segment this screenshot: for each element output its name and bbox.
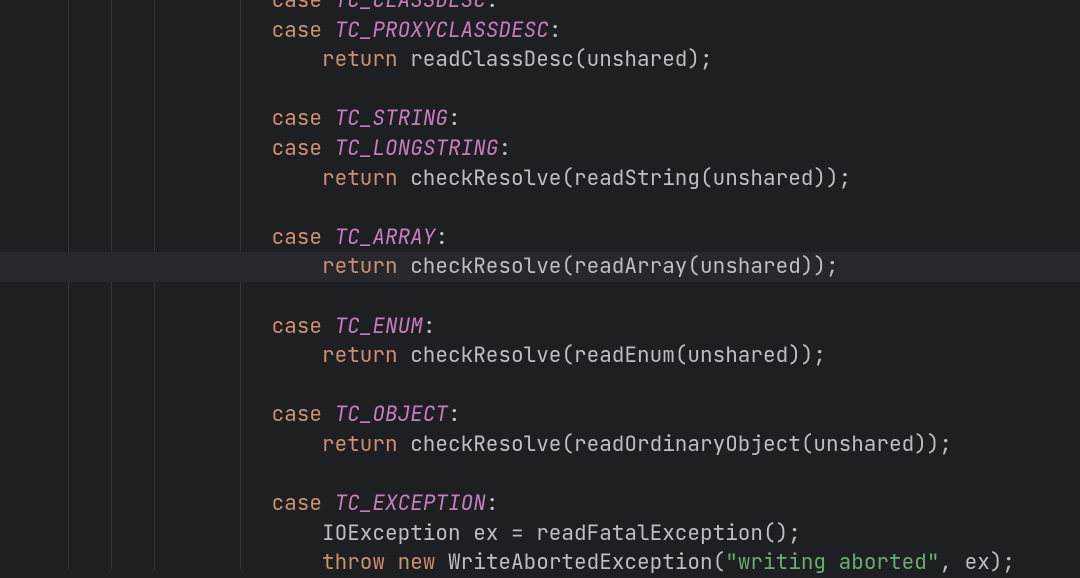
code-line[interactable]: case TC_EXCEPTION: <box>0 489 1080 519</box>
token-kw: return <box>322 431 398 458</box>
token-punct <box>322 17 335 44</box>
code-line[interactable] <box>0 282 1080 312</box>
token-cons: TC_LONGSTRING <box>335 135 499 162</box>
code-editor[interactable]: case TC_CLASSDESC: case TC_PROXYCLASSDES… <box>0 0 1080 569</box>
token-kw: case <box>272 135 322 162</box>
indent-whitespace <box>70 490 272 517</box>
code-line[interactable]: IOException ex = readFatalException(); <box>0 519 1080 549</box>
indent-whitespace <box>70 135 272 162</box>
token-str: "writing aborted" <box>725 549 939 576</box>
token-cons: TC_PROXYCLASSDESC <box>335 17 549 44</box>
token-cons: TC_ARRAY <box>335 224 436 251</box>
token-punct: : <box>435 224 448 251</box>
code-line[interactable]: return checkResolve(readArray(unshared))… <box>0 252 1080 282</box>
token-kw: case <box>272 105 322 132</box>
token-punct: readClassDesc(unshared); <box>398 46 713 73</box>
token-cons: TC_STRING <box>335 105 448 132</box>
indent-whitespace <box>70 165 322 192</box>
token-kw: case <box>272 0 322 14</box>
token-punct: : <box>448 105 461 132</box>
indent-whitespace <box>70 17 272 44</box>
token-punct: : <box>448 401 461 428</box>
token-cons: TC_EXCEPTION <box>335 490 486 517</box>
indent-whitespace <box>70 253 322 280</box>
token-kw: return <box>322 253 398 280</box>
token-cons: TC_ENUM <box>335 313 423 340</box>
token-kw: case <box>272 313 322 340</box>
indent-whitespace <box>70 224 272 251</box>
token-punct: IOException ex = readFatalException(); <box>322 520 801 547</box>
token-kw: throw <box>322 549 385 576</box>
token-punct: : <box>423 313 436 340</box>
token-kw: new <box>398 549 436 576</box>
indent-whitespace <box>70 401 272 428</box>
token-kw: return <box>322 342 398 369</box>
code-line[interactable]: return checkResolve(readString(unshared)… <box>0 164 1080 194</box>
token-punct: : <box>498 135 511 162</box>
token-punct <box>322 0 335 14</box>
code-line[interactable]: case TC_ARRAY: <box>0 223 1080 253</box>
indent-whitespace <box>70 105 272 132</box>
token-punct <box>385 549 398 576</box>
token-punct <box>322 490 335 517</box>
token-punct: : <box>549 17 562 44</box>
indent-whitespace <box>70 46 322 73</box>
token-punct: : <box>486 490 499 517</box>
token-kw: case <box>272 17 322 44</box>
token-punct <box>322 224 335 251</box>
token-punct: , ex); <box>939 549 1015 576</box>
token-punct: checkResolve(readOrdinaryObject(unshared… <box>398 431 952 458</box>
code-line[interactable]: return readClassDesc(unshared); <box>0 45 1080 75</box>
token-punct <box>322 135 335 162</box>
code-line[interactable]: return checkResolve(readEnum(unshared)); <box>0 341 1080 371</box>
code-area[interactable]: case TC_CLASSDESC: case TC_PROXYCLASSDES… <box>0 0 1080 578</box>
indent-whitespace <box>70 549 322 576</box>
token-cons: TC_OBJECT <box>335 401 448 428</box>
code-line[interactable]: case TC_STRING: <box>0 104 1080 134</box>
token-kw: case <box>272 224 322 251</box>
token-punct: checkResolve(readEnum(unshared)); <box>398 342 826 369</box>
token-punct <box>322 105 335 132</box>
token-punct <box>322 401 335 428</box>
code-line[interactable] <box>0 75 1080 105</box>
token-punct: : <box>486 0 499 14</box>
token-punct <box>322 313 335 340</box>
code-line[interactable] <box>0 193 1080 223</box>
token-kw: return <box>322 46 398 73</box>
code-line[interactable]: case TC_OBJECT: <box>0 400 1080 430</box>
code-line[interactable]: case TC_LONGSTRING: <box>0 134 1080 164</box>
code-line[interactable]: throw new WriteAbortedException("writing… <box>0 548 1080 578</box>
code-line[interactable]: return checkResolve(readOrdinaryObject(u… <box>0 430 1080 460</box>
code-line[interactable]: case TC_PROXYCLASSDESC: <box>0 16 1080 46</box>
token-punct: checkResolve(readString(unshared)); <box>398 165 852 192</box>
token-cons: TC_CLASSDESC <box>335 0 486 14</box>
indent-whitespace <box>70 520 322 547</box>
code-line[interactable]: case TC_CLASSDESC: <box>0 0 1080 16</box>
token-punct: WriteAbortedException( <box>435 549 725 576</box>
token-kw: case <box>272 401 322 428</box>
indent-whitespace <box>70 313 272 340</box>
indent-whitespace <box>70 0 272 14</box>
token-kw: return <box>322 165 398 192</box>
token-kw: case <box>272 490 322 517</box>
code-line[interactable] <box>0 460 1080 490</box>
indent-whitespace <box>70 342 322 369</box>
code-line[interactable] <box>0 371 1080 401</box>
code-line[interactable]: case TC_ENUM: <box>0 312 1080 342</box>
indent-whitespace <box>70 431 322 458</box>
token-punct: checkResolve(readArray(unshared)); <box>398 253 839 280</box>
